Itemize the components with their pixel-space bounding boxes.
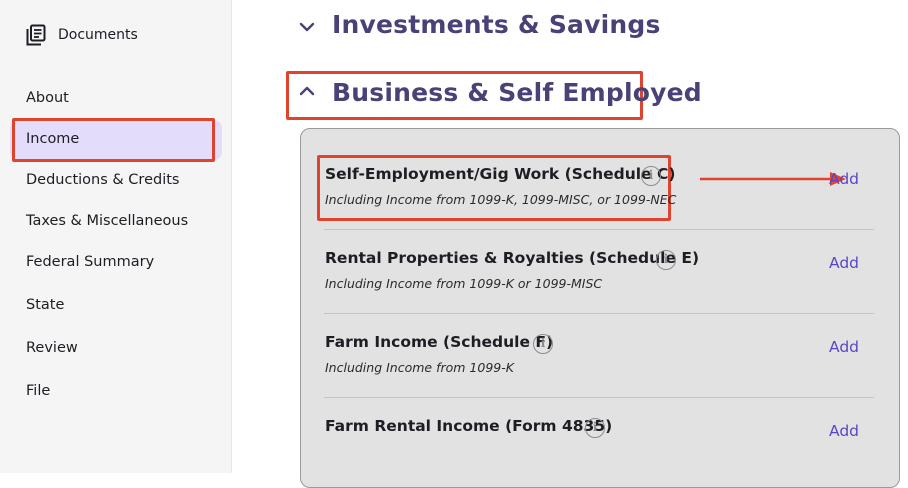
row-title-schedule-c: Self-Employment/Gig Work (Schedule C) — [325, 165, 676, 183]
sidebar-item-deductions-credits[interactable]: Deductions & Credits — [26, 172, 179, 188]
sidebar-item-taxes-misc[interactable]: Taxes & Miscellaneous — [26, 213, 188, 229]
documents-link[interactable]: Documents — [26, 24, 138, 46]
info-icon[interactable]: i — [585, 418, 605, 438]
documents-icon — [26, 24, 46, 46]
row-title-schedule-e: Rental Properties & Royalties (Schedule … — [325, 249, 700, 267]
chevron-up-icon[interactable] — [298, 82, 316, 100]
info-icon[interactable]: i — [656, 250, 676, 270]
sidebar-item-about[interactable]: About — [26, 90, 69, 106]
documents-label: Documents — [58, 27, 138, 43]
income-highlight-box — [12, 118, 215, 162]
section-title-investments[interactable]: Investments & Savings — [332, 10, 661, 39]
add-schedule-f-button[interactable]: Add — [829, 338, 859, 356]
row-title-schedule-f: Farm Income (Schedule F) — [325, 333, 554, 351]
row-subtitle-schedule-f: Including Income from 1099-K — [325, 360, 514, 375]
row-subtitle-schedule-e: Including Income from 1099-K or 1099-MIS… — [325, 276, 603, 291]
row-divider — [324, 313, 874, 314]
row-title-form-4835: Farm Rental Income (Form 4835) — [325, 417, 613, 435]
sidebar: Documents About Income Deductions & Cred… — [0, 0, 232, 473]
row-divider — [324, 229, 874, 230]
sidebar-item-federal-summary[interactable]: Federal Summary — [26, 254, 154, 270]
add-schedule-c-button[interactable]: Add — [829, 170, 859, 188]
add-form-4835-button[interactable]: Add — [829, 422, 859, 440]
section-title-business[interactable]: Business & Self Employed — [332, 78, 702, 107]
sidebar-item-state[interactable]: State — [26, 297, 64, 313]
info-icon[interactable]: i — [533, 334, 553, 354]
row-divider — [324, 397, 874, 398]
sidebar-item-file[interactable]: File — [26, 383, 50, 399]
info-icon[interactable]: i — [641, 166, 661, 186]
row-subtitle-schedule-c: Including Income from 1099-K, 1099-MISC,… — [325, 192, 677, 207]
sidebar-item-review[interactable]: Review — [26, 340, 78, 356]
chevron-down-icon[interactable] — [298, 18, 316, 36]
add-schedule-e-button[interactable]: Add — [829, 254, 859, 272]
arrow-pointer — [700, 172, 846, 186]
